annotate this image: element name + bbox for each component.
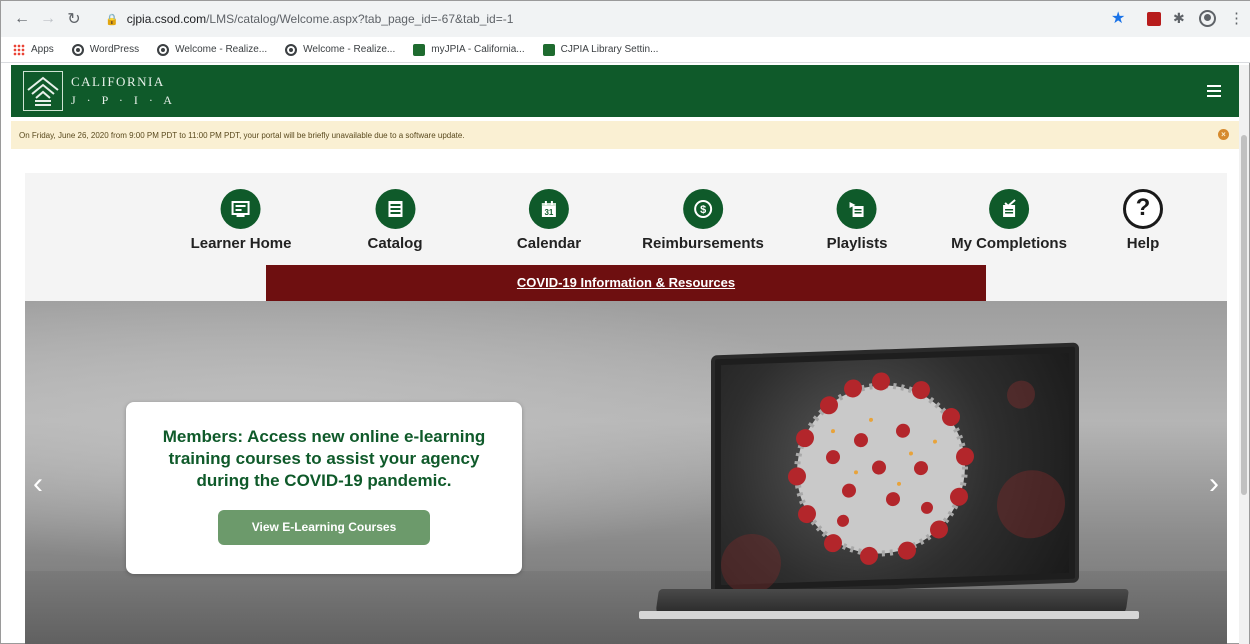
nav-calendar[interactable]: 31 Calendar	[517, 189, 581, 252]
covid-resources-link[interactable]: COVID-19 Information & Resources	[517, 275, 735, 290]
nav-my-completions[interactable]: My Completions	[951, 189, 1067, 252]
apps-grid-icon	[13, 43, 25, 56]
nav-label: Playlists	[826, 235, 888, 252]
browser-menu-icon[interactable]: ⋮	[1229, 9, 1244, 27]
profile-avatar-icon[interactable]	[1199, 10, 1216, 27]
bookmarks-bar: Apps WordPress Welcome - Realize... Welc…	[1, 37, 1250, 63]
virus-illustration-icon	[721, 372, 1065, 595]
bookmark-label: Apps	[31, 44, 54, 55]
jpia-icon	[542, 43, 555, 56]
back-arrow-icon[interactable]: ←	[9, 6, 35, 32]
completions-icon	[989, 189, 1029, 229]
bookmark-myjpia[interactable]: myJPIA - California...	[413, 43, 525, 56]
address-bar[interactable]: 🔒 cjpia.csod.com /LMS/catalog/Welcome.as…	[99, 7, 1129, 31]
nav-playlists[interactable]: Playlists	[826, 189, 888, 252]
bookmark-cjpia-library[interactable]: CJPIA Library Settin...	[542, 43, 659, 56]
nav-help[interactable]: ? Help	[1123, 189, 1163, 252]
url-host: cjpia.csod.com	[126, 12, 207, 26]
promo-card: Members: Access new online e-learning tr…	[126, 402, 522, 574]
bookmark-label: myJPIA - California...	[431, 44, 525, 55]
nav-reimbursements[interactable]: $ Reimbursements	[642, 189, 764, 252]
help-icon: ?	[1123, 189, 1163, 229]
nav-learner-home[interactable]: Learner Home	[190, 189, 292, 252]
bookmark-label: WordPress	[89, 44, 140, 55]
wordpress-icon	[285, 43, 298, 56]
view-e-learning-courses-button[interactable]: View E-Learning Courses	[218, 510, 430, 545]
promo-heading: Members: Access new online e-learning tr…	[162, 427, 486, 490]
nav-label: Help	[1126, 235, 1160, 252]
logo-text-california: CALIFORNIA	[71, 74, 165, 89]
laptop-image	[711, 342, 1079, 596]
bookmark-label: CJPIA Library Settin...	[560, 44, 659, 55]
learner-home-icon	[221, 189, 261, 229]
site-header: CALIFORNIA J · P · I · A	[11, 65, 1241, 117]
bookmark-welcome-2[interactable]: Welcome - Realize...	[285, 43, 396, 56]
wordpress-icon	[71, 43, 84, 56]
bookmark-wordpress[interactable]: WordPress	[71, 43, 140, 56]
bookmark-star-icon[interactable]: ★	[1111, 10, 1125, 28]
nav-label: Calendar	[516, 235, 582, 252]
nav-label: My Completions	[951, 235, 1067, 252]
covid-banner: COVID-19 Information & Resources	[266, 265, 986, 301]
pdf-extension-icon[interactable]	[1147, 12, 1161, 26]
logo-mark-icon	[23, 71, 63, 111]
nav-label: Catalog	[367, 235, 423, 252]
svg-text:31: 31	[545, 208, 554, 217]
cjpia-logo[interactable]: CALIFORNIA J · P · I · A	[23, 71, 181, 111]
lock-icon: 🔒	[105, 13, 119, 26]
notice-text: On Friday, June 26, 2020 from 9:00 PM PD…	[19, 130, 465, 140]
carousel-next-chevron-icon[interactable]: ›	[1209, 469, 1219, 499]
page-scrollbar[interactable]	[1239, 65, 1249, 644]
calendar-icon: 31	[528, 189, 569, 229]
carousel-prev-chevron-icon[interactable]: ‹	[33, 469, 43, 499]
jpia-icon	[413, 43, 426, 56]
scrollbar-thumb[interactable]	[1241, 135, 1247, 495]
hero-carousel: Members: Access new online e-learning tr…	[25, 301, 1227, 644]
hamburger-menu-icon[interactable]	[1207, 85, 1221, 97]
browser-toolbar: ← → ↻ 🔒 cjpia.csod.com /LMS/catalog/Welc…	[1, 1, 1250, 37]
extensions-puzzle-icon[interactable]: ✱	[1173, 10, 1185, 27]
nav-catalog[interactable]: Catalog	[367, 189, 423, 252]
reimbursements-icon: $	[683, 189, 723, 229]
close-notice-icon[interactable]: ×	[1218, 129, 1229, 140]
url-path: /LMS/catalog/Welcome.aspx?tab_page_id=-6…	[206, 12, 514, 26]
maintenance-notice: On Friday, June 26, 2020 from 9:00 PM PD…	[11, 121, 1241, 149]
laptop-edge	[639, 611, 1139, 619]
logo-text-jpia: J · P · I · A	[71, 93, 176, 107]
quick-nav: Learner Home Catalog 31 Calendar $ Reimb…	[25, 173, 1227, 265]
bookmark-apps[interactable]: Apps	[13, 43, 54, 56]
nav-label: Reimbursements	[642, 235, 764, 252]
wordpress-icon	[157, 43, 170, 56]
bookmark-label: Welcome - Realize...	[303, 44, 396, 55]
nav-label: Learner Home	[190, 235, 292, 252]
bookmark-welcome-1[interactable]: Welcome - Realize...	[157, 43, 268, 56]
playlists-icon	[837, 189, 877, 229]
main-content: Learner Home Catalog 31 Calendar $ Reimb…	[25, 173, 1227, 644]
catalog-icon	[374, 189, 415, 229]
forward-arrow-icon[interactable]: →	[35, 6, 61, 32]
reload-icon[interactable]: ↻	[61, 6, 87, 32]
svg-text:$: $	[700, 204, 706, 216]
bookmark-label: Welcome - Realize...	[175, 44, 268, 55]
